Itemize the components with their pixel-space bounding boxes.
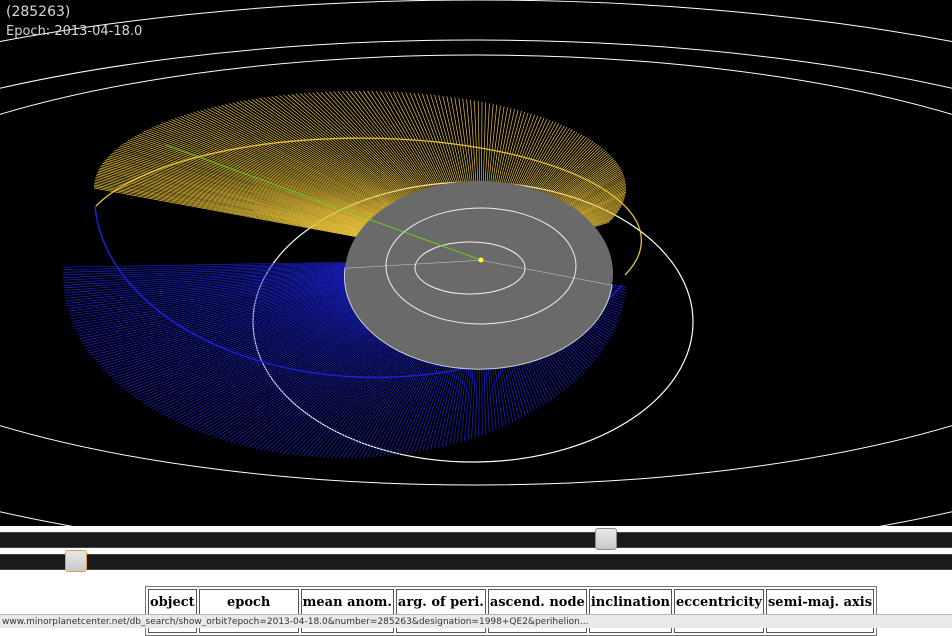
orbital-elements-table: object epoch mean anom. arg. of peri. as… — [145, 586, 878, 636]
view-angle-slider-thumb[interactable] — [595, 528, 617, 550]
inner-planet-disc — [343, 180, 614, 370]
zoom-slider[interactable] — [0, 550, 952, 572]
col-object: object — [148, 589, 197, 615]
col-arg-peri: arg. of peri. — [395, 589, 486, 615]
col-semi-maj-axis: semi-maj. axis — [765, 589, 875, 615]
view-angle-slider[interactable] — [0, 528, 952, 550]
status-bar-url: www.minorplanetcenter.net/db_search/show… — [0, 614, 952, 628]
col-mean-anom: mean anom. — [300, 589, 394, 615]
epoch-label: Epoch: 2013-04-18.0 — [6, 24, 143, 39]
orbit-viewport[interactable]: (285263) Epoch: 2013-04-18.0 — [0, 0, 952, 526]
col-eccentricity: eccentricity — [673, 589, 764, 615]
col-ascend-node: ascend. node — [487, 589, 587, 615]
col-epoch: epoch — [198, 589, 299, 615]
object-name-label: (285263) — [6, 4, 71, 20]
table-header-row: object epoch mean anom. arg. of peri. as… — [148, 589, 875, 615]
zoom-slider-thumb[interactable] — [65, 550, 87, 572]
sun-marker — [478, 257, 484, 263]
col-inclination: inclination — [588, 589, 672, 615]
orbit-canvas[interactable] — [0, 0, 952, 526]
